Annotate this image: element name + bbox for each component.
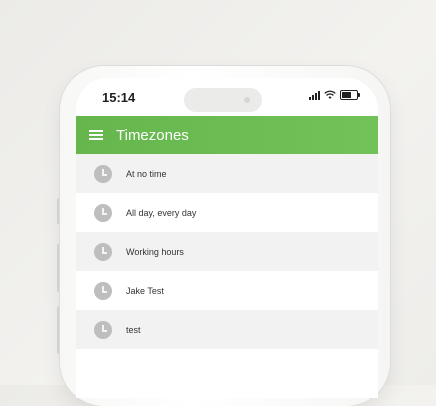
menu-button[interactable] — [76, 130, 116, 140]
list-item-label: test — [126, 324, 141, 335]
battery-icon — [340, 90, 360, 100]
list-item-label: Jake Test — [126, 285, 164, 296]
status-time: 15:14 — [102, 90, 136, 105]
clock-icon — [94, 242, 112, 261]
page-title: Timezones — [116, 126, 189, 144]
wifi-icon — [324, 90, 336, 99]
status-icons — [309, 90, 360, 100]
phone-screen: 15:14 Timezones At no time All day, ever… — [76, 78, 378, 398]
list-item[interactable]: All day, every day — [76, 193, 378, 232]
list-item-label: Working hours — [126, 246, 184, 257]
signal-icon — [309, 90, 320, 100]
list-item[interactable]: test — [76, 310, 378, 349]
clock-icon — [94, 281, 112, 300]
clock-icon — [94, 320, 112, 339]
list-item[interactable]: Working hours — [76, 232, 378, 271]
clock-icon — [94, 164, 112, 183]
timezone-list: At no time All day, every day Working ho… — [76, 154, 378, 349]
clock-icon — [94, 203, 112, 222]
list-item[interactable]: Jake Test — [76, 271, 378, 310]
list-item[interactable]: At no time — [76, 154, 378, 193]
hamburger-icon — [89, 130, 103, 140]
camera-icon — [244, 97, 250, 103]
dynamic-island — [184, 88, 262, 112]
status-bar: 15:14 — [76, 78, 378, 116]
list-item-label: All day, every day — [126, 207, 197, 218]
app-bar: Timezones — [76, 116, 378, 154]
list-item-label: At no time — [126, 168, 167, 179]
